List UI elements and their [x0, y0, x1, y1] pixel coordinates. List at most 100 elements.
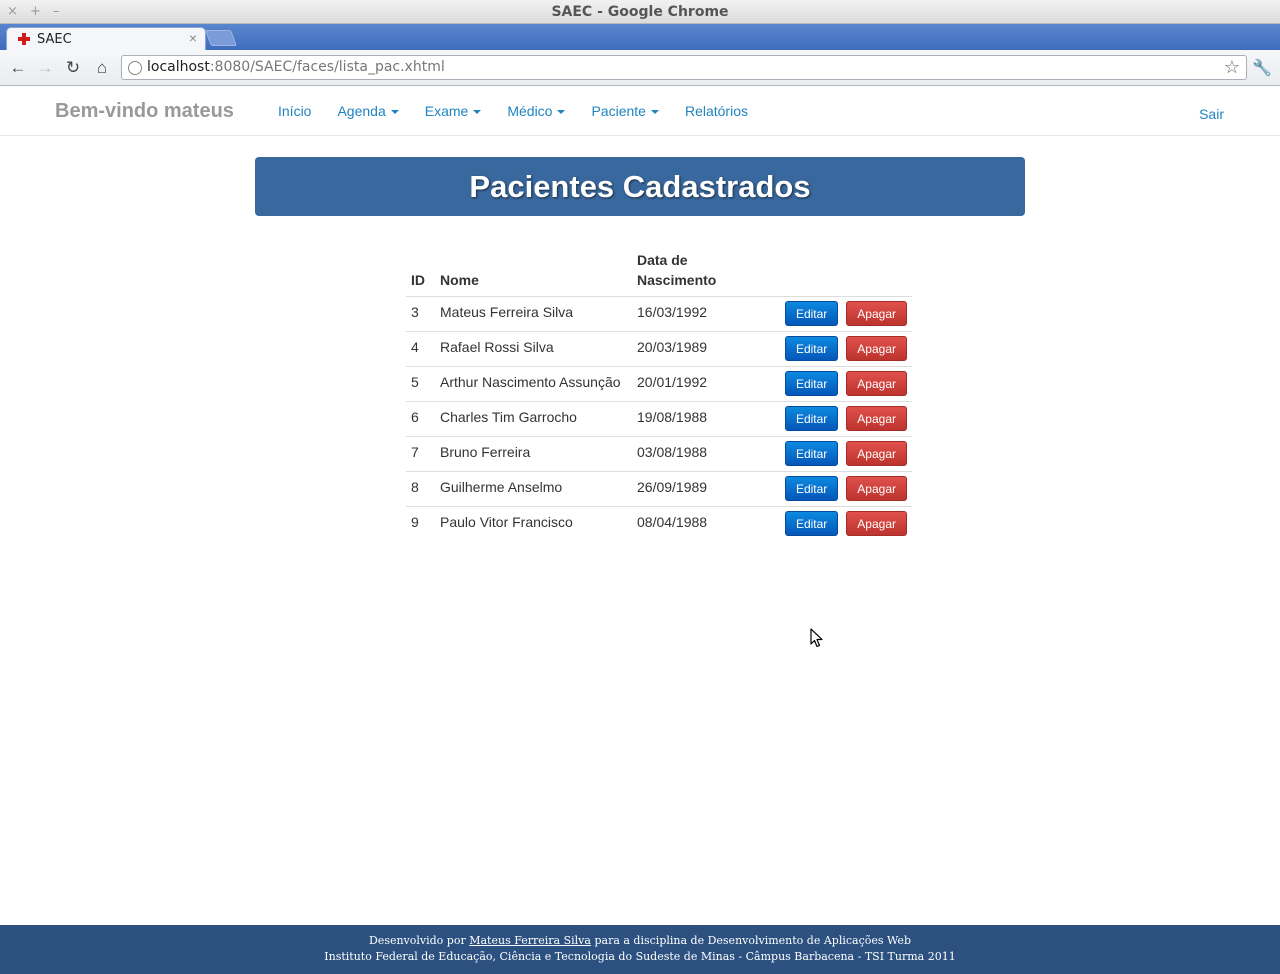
cell-actions: Editar Apagar	[752, 331, 912, 367]
nav-item-inicio[interactable]: Início	[278, 103, 311, 119]
footer-text: Desenvolvido por	[368, 934, 466, 947]
cell-name: Bruno Ferreira	[435, 436, 632, 472]
cell-name: Guilherme Anselmo	[435, 471, 632, 507]
tab-close-icon[interactable]: ×	[189, 30, 197, 46]
delete-button[interactable]: Apagar	[846, 476, 907, 501]
forward-icon[interactable]: →	[35, 58, 55, 78]
cell-birth-date: 20/03/1989	[632, 331, 752, 367]
star-icon[interactable]: ☆	[1224, 57, 1240, 78]
cell-actions: Editar Apagar	[752, 436, 912, 472]
delete-button[interactable]: Apagar	[846, 336, 907, 361]
cell-birth-date: 03/08/1988	[632, 436, 752, 472]
edit-button[interactable]: Editar	[784, 441, 839, 466]
back-icon[interactable]: ←	[8, 58, 28, 78]
app-navbar: Bem-vindo mateus Início Agenda Exame Méd…	[0, 86, 1280, 136]
header-line: Data de	[637, 252, 688, 268]
table-row: 9 Paulo Vitor Francisco 08/04/1988 Editar Ap…	[406, 506, 912, 542]
edit-button[interactable]: Editar	[784, 336, 839, 361]
cell-id: 7	[406, 436, 435, 472]
cell-name: Arthur Nascimento Assunção	[435, 366, 632, 402]
cell-birth-date: 08/04/1988	[632, 506, 752, 542]
tab-strip: SAEC ×	[0, 24, 1280, 50]
browser-toolbar: ← → ↻ ⌂ localhost:8080/SAEC/faces/lista_…	[0, 50, 1280, 86]
delete-button[interactable]: Apagar	[846, 441, 907, 466]
cell-name: Rafael Rossi Silva	[435, 331, 632, 367]
edit-button[interactable]: Editar	[784, 406, 839, 431]
column-header-actions	[752, 250, 912, 297]
cell-id: 4	[406, 331, 435, 367]
cell-birth-date: 26/09/1989	[632, 471, 752, 507]
cell-actions: Editar Apagar	[752, 296, 912, 332]
cell-actions: Editar Apagar	[752, 471, 912, 507]
window-close-button[interactable]: ×	[7, 4, 18, 19]
column-header-id: ID	[406, 250, 435, 297]
window-title: SAEC - Google Chrome	[551, 4, 729, 20]
nav-item-label: Início	[278, 103, 312, 119]
address-bar[interactable]: localhost:8080/SAEC/faces/lista_pac.xhtm…	[121, 55, 1247, 80]
cell-actions: Editar Apagar	[752, 401, 912, 437]
edit-button[interactable]: Editar	[784, 511, 839, 536]
nav-item-paciente[interactable]: Paciente	[591, 103, 659, 119]
cell-id: 3	[406, 296, 435, 332]
caret-down-icon	[473, 110, 482, 115]
url-path: :8080/SAEC/faces/lista_pac.xhtml	[209, 59, 445, 75]
footer-text: para a disciplina de Desenvolvimento de …	[594, 934, 911, 947]
cell-actions: Editar Apagar	[752, 366, 912, 402]
table-row: 4 Rafael Rossi Silva 20/03/1989 Editar Apaga…	[406, 331, 912, 367]
edit-button[interactable]: Editar	[784, 301, 839, 326]
table-row: 5 Arthur Nascimento Assunção 20/01/1992 Edi…	[406, 366, 912, 402]
cell-name: Charles Tim Garrocho	[435, 401, 632, 437]
caret-down-icon	[390, 110, 399, 115]
window-titlebar: × + – SAEC - Google Chrome	[0, 0, 1280, 24]
cell-id: 8	[406, 471, 435, 507]
caret-down-icon	[557, 110, 566, 115]
table-header-row: ID Nome Data de Nascimento	[406, 250, 912, 297]
page-footer: Desenvolvido por Mateus Ferreira Silva p…	[0, 925, 1280, 974]
nav-item-label: Agenda	[337, 103, 386, 119]
tab-title: SAEC	[37, 32, 72, 47]
cell-birth-date: 19/08/1988	[632, 401, 752, 437]
edit-button[interactable]: Editar	[784, 476, 839, 501]
brand-welcome[interactable]: Bem-vindo mateus	[55, 100, 234, 123]
favicon-red-cross-icon	[17, 32, 31, 46]
cell-id: 9	[406, 506, 435, 542]
nav-item-relatorios[interactable]: Relatórios	[685, 103, 748, 119]
nav-item-agenda[interactable]: Agenda	[337, 103, 399, 119]
browser-tab[interactable]: SAEC ×	[6, 27, 206, 50]
nav-item-exame[interactable]: Exame	[425, 103, 482, 119]
edit-button[interactable]: Editar	[784, 371, 839, 396]
logout-link[interactable]: Sair	[1199, 106, 1224, 122]
home-icon[interactable]: ⌂	[92, 58, 112, 78]
new-tab-button[interactable]	[205, 30, 237, 46]
cell-birth-date: 16/03/1992	[632, 296, 752, 332]
mouse-cursor-icon	[810, 628, 823, 648]
wrench-icon[interactable]: 🔧	[1252, 58, 1272, 78]
footer-line-2: Instituto Federal de Educação, Ciência e…	[324, 950, 956, 963]
footer-line-1: Desenvolvido por Mateus Ferreira Silva p…	[0, 933, 1280, 949]
address-url[interactable]: localhost:8080/SAEC/faces/lista_pac.xhtm…	[147, 59, 445, 75]
author-link[interactable]: Mateus Ferreira Silva	[469, 934, 591, 947]
caret-down-icon	[650, 110, 659, 115]
table-row: 7 Bruno Ferreira 03/08/1988 Editar Apagar	[406, 436, 912, 472]
reload-icon[interactable]: ↻	[63, 58, 83, 78]
delete-button[interactable]: Apagar	[846, 406, 907, 431]
page-title: Pacientes Cadastrados	[255, 157, 1025, 216]
url-host: localhost	[147, 59, 210, 75]
column-header-birth: Data de Nascimento	[632, 250, 752, 297]
nav-item-medico[interactable]: Médico	[507, 103, 566, 119]
delete-button[interactable]: Apagar	[846, 511, 907, 536]
header-line: Nascimento	[637, 272, 717, 288]
window-minimize-button[interactable]: –	[53, 4, 60, 19]
column-header-name: Nome	[435, 250, 632, 297]
window-maximize-button[interactable]: +	[30, 4, 41, 19]
delete-button[interactable]: Apagar	[846, 301, 907, 326]
nav-item-label: Médico	[507, 103, 553, 119]
cell-actions: Editar Apagar	[752, 506, 912, 542]
delete-button[interactable]: Apagar	[846, 371, 907, 396]
main-nav: Início Agenda Exame Médico Paciente Rela…	[278, 103, 774, 119]
nav-item-label: Relatórios	[684, 103, 748, 119]
cell-id: 6	[406, 401, 435, 437]
cell-name: Mateus Ferreira Silva	[435, 296, 632, 332]
table-row: 6 Charles Tim Garrocho 19/08/1988 Editar Apa…	[406, 401, 912, 437]
cell-name: Paulo Vitor Francisco	[435, 506, 632, 542]
